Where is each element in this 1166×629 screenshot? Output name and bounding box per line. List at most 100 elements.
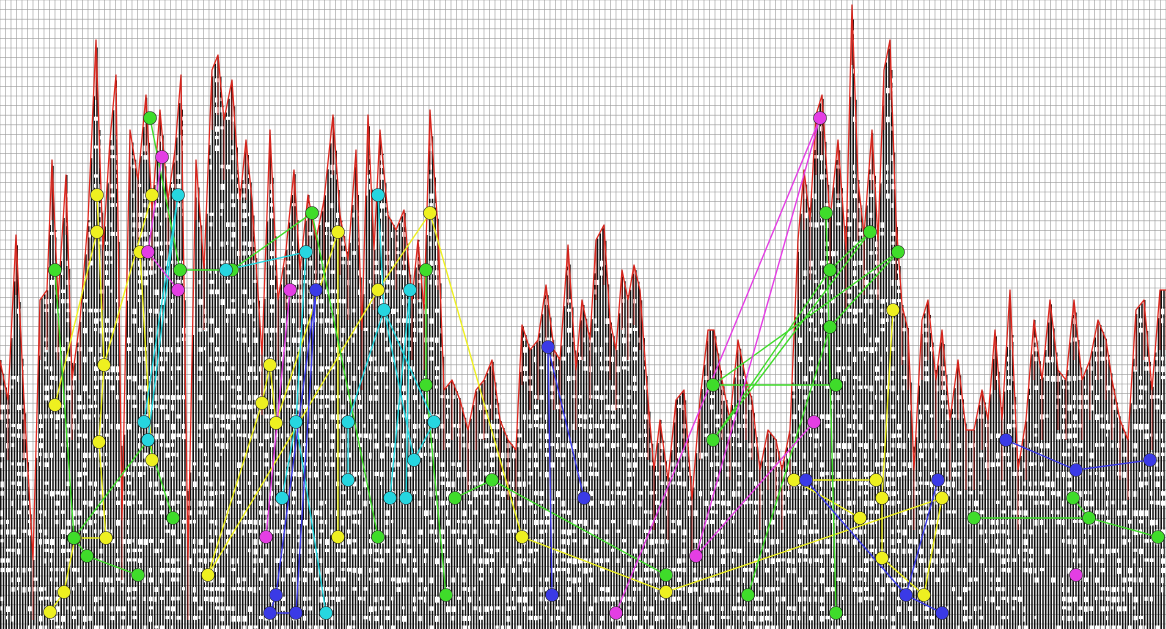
bar-gap: [803, 308, 806, 314]
bar-gap: [737, 433, 740, 438]
bar-gap: [275, 510, 279, 514]
bar-gap: [869, 308, 873, 315]
bar-gap: [490, 606, 493, 611]
bar-gap: [1029, 481, 1032, 487]
bar-gap: [143, 231, 147, 237]
bar-gap: [677, 615, 681, 620]
bar-gap: [330, 395, 336, 401]
bar-gap: [1122, 577, 1127, 583]
bar-gap: [578, 587, 582, 593]
bar-gap: [985, 596, 988, 602]
bar-gap: [209, 529, 212, 536]
bar-gap: [226, 222, 230, 227]
bar-gap: [1001, 491, 1006, 496]
bar-gap: [369, 567, 372, 573]
bar-gap: [567, 587, 572, 593]
bar-gap: [1139, 481, 1144, 488]
bar-gap: [325, 471, 329, 476]
bar-gap: [429, 519, 434, 525]
bar-gap: [17, 539, 22, 543]
bar-gap: [803, 587, 808, 591]
bar-column: [357, 195, 359, 629]
bar-gap: [864, 327, 867, 334]
bar-gap: [1161, 577, 1164, 584]
bar-gap: [308, 596, 312, 601]
bar-gap: [770, 539, 774, 545]
bar-gap: [1023, 558, 1026, 562]
bar-gap: [495, 519, 500, 524]
bar-gap: [308, 231, 313, 236]
bar-gap: [886, 183, 889, 190]
bar-gap: [165, 567, 171, 572]
bar-gap: [1040, 481, 1045, 486]
bar-gap: [88, 500, 93, 507]
bar-gap: [204, 548, 209, 554]
bar-gap: [209, 423, 213, 429]
bar-gap: [319, 558, 323, 564]
bar-gap: [1100, 347, 1104, 352]
bar-gap: [594, 395, 600, 399]
bar-gap: [237, 404, 242, 410]
bar-gap: [891, 625, 896, 629]
bar-gap: [616, 423, 620, 429]
bar-gap: [682, 606, 688, 611]
bar-gap: [143, 155, 148, 160]
bar-gap: [754, 529, 758, 536]
bar-gap: [374, 395, 378, 401]
bar-gap: [253, 356, 257, 361]
bar-gap: [589, 471, 594, 476]
bar-column: [2, 373, 5, 629]
bar-gap: [506, 606, 511, 611]
bar-gap: [820, 462, 824, 468]
bar-gap: [347, 539, 351, 545]
bar-gap: [407, 567, 410, 573]
bar-gap: [754, 606, 758, 612]
bar-gap: [842, 577, 846, 583]
bar-gap: [605, 356, 611, 361]
bar-gap: [968, 500, 971, 506]
bar-gap: [303, 606, 306, 611]
bar-gap: [94, 183, 97, 188]
bar-gap: [171, 606, 176, 612]
bar-gap: [1144, 558, 1150, 562]
bar-gap: [105, 510, 108, 516]
bar-gap: [836, 519, 839, 526]
bar-gap: [116, 606, 121, 612]
bar-gap: [721, 491, 725, 496]
bar-gap: [457, 462, 462, 468]
bar-gap: [798, 596, 802, 602]
bar-gap: [688, 587, 693, 593]
bar-gap: [330, 625, 334, 629]
bar-gap: [402, 299, 405, 306]
bar-gap: [94, 452, 97, 458]
bar-gap: [567, 567, 571, 574]
bar-column: [522, 326, 524, 629]
bar-column: [104, 226, 106, 629]
bar-gap: [765, 567, 770, 573]
bar-gap: [759, 606, 764, 612]
bar-gap: [297, 529, 300, 535]
bar-gap: [270, 260, 274, 266]
bar-gap: [737, 491, 741, 497]
bar-gap: [413, 606, 417, 612]
bar-gap: [347, 356, 351, 363]
bar-gap: [110, 587, 114, 593]
bar-gap: [638, 452, 643, 457]
bar-gap: [743, 606, 746, 612]
bar-gap: [858, 587, 863, 593]
bar-gap: [589, 558, 592, 563]
bar-gap: [396, 308, 399, 313]
bar-gap: [655, 539, 659, 544]
bar-gap: [330, 270, 336, 274]
bar-gap: [649, 606, 654, 612]
bar-gap: [869, 212, 873, 218]
bar-gap: [952, 471, 957, 477]
bar-gap: [413, 299, 416, 304]
bar-gap: [259, 366, 262, 372]
bar-gap: [11, 443, 15, 447]
bar-gap: [347, 529, 351, 534]
bar-gap: [468, 615, 471, 622]
bar-gap: [726, 587, 729, 593]
bar-gap: [171, 596, 175, 601]
bar-gap: [319, 452, 322, 457]
